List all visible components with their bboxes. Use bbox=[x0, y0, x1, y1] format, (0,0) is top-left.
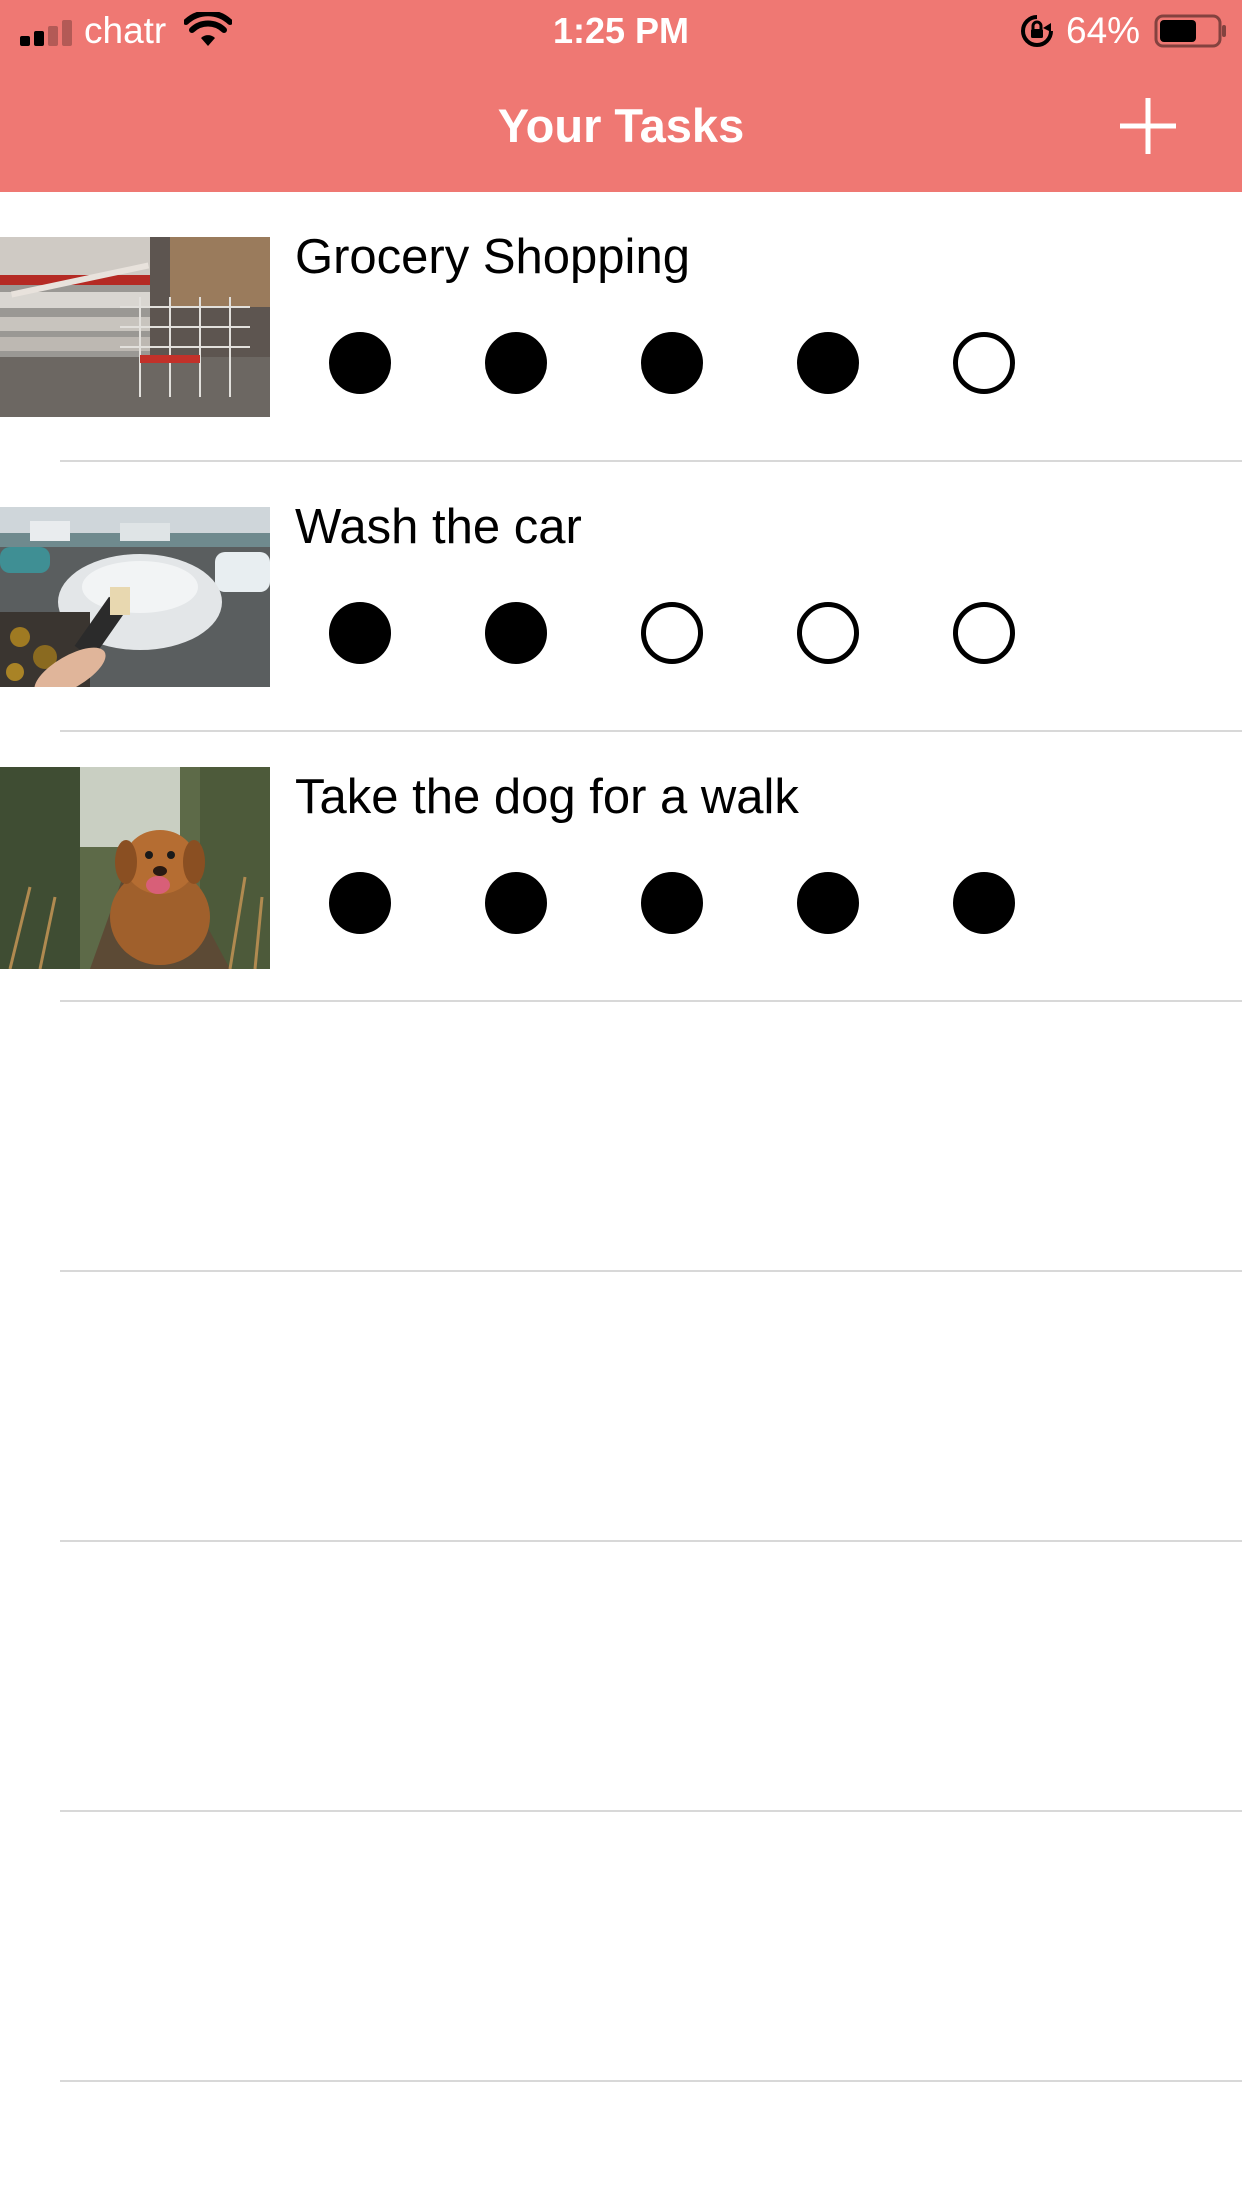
task-row[interactable]: Wash the car bbox=[0, 462, 1242, 732]
task-row[interactable]: Grocery Shopping bbox=[0, 192, 1242, 462]
task-title: Wash the car bbox=[295, 500, 582, 554]
empty-row bbox=[0, 1812, 1242, 2082]
empty-row bbox=[0, 1542, 1242, 1812]
grocery-cart-photo bbox=[0, 237, 270, 417]
empty-row bbox=[0, 1272, 1242, 1542]
progress-dot[interactable] bbox=[953, 332, 1015, 394]
battery-percentage: 64% bbox=[1066, 10, 1141, 51]
page-title: Your Tasks bbox=[497, 99, 745, 152]
plus-icon[interactable] bbox=[1116, 94, 1180, 158]
progress-dot[interactable] bbox=[797, 872, 859, 934]
progress-dots bbox=[329, 332, 1029, 394]
progress-dot[interactable] bbox=[953, 602, 1015, 664]
status-bar: chatr 1:25 PM 64% bbox=[0, 0, 1242, 62]
progress-dot[interactable] bbox=[797, 602, 859, 664]
empty-row bbox=[0, 1002, 1242, 1272]
progress-dot[interactable] bbox=[329, 602, 391, 664]
progress-dots bbox=[329, 872, 1029, 934]
progress-dot[interactable] bbox=[329, 332, 391, 394]
navigation-bar: chatr 1:25 PM 64% Your Tasks bbox=[0, 0, 1242, 192]
task-title: Grocery Shopping bbox=[295, 230, 690, 284]
dog-photo bbox=[0, 767, 270, 969]
task-list: Grocery Shopping Wash the car Take the d… bbox=[0, 192, 1242, 2082]
progress-dot[interactable] bbox=[485, 332, 547, 394]
task-row[interactable]: Take the dog for a walk bbox=[0, 732, 1242, 1002]
rotation-lock-icon bbox=[1021, 15, 1053, 47]
task-title: Take the dog for a walk bbox=[295, 770, 799, 824]
progress-dots bbox=[329, 602, 1029, 664]
progress-dot[interactable] bbox=[953, 872, 1015, 934]
battery-icon bbox=[1154, 14, 1226, 48]
progress-dot[interactable] bbox=[485, 872, 547, 934]
progress-dot[interactable] bbox=[797, 332, 859, 394]
progress-dot[interactable] bbox=[485, 602, 547, 664]
car-wash-photo bbox=[0, 507, 270, 687]
progress-dot[interactable] bbox=[641, 332, 703, 394]
progress-dot[interactable] bbox=[641, 602, 703, 664]
progress-dot[interactable] bbox=[641, 872, 703, 934]
progress-dot[interactable] bbox=[329, 872, 391, 934]
